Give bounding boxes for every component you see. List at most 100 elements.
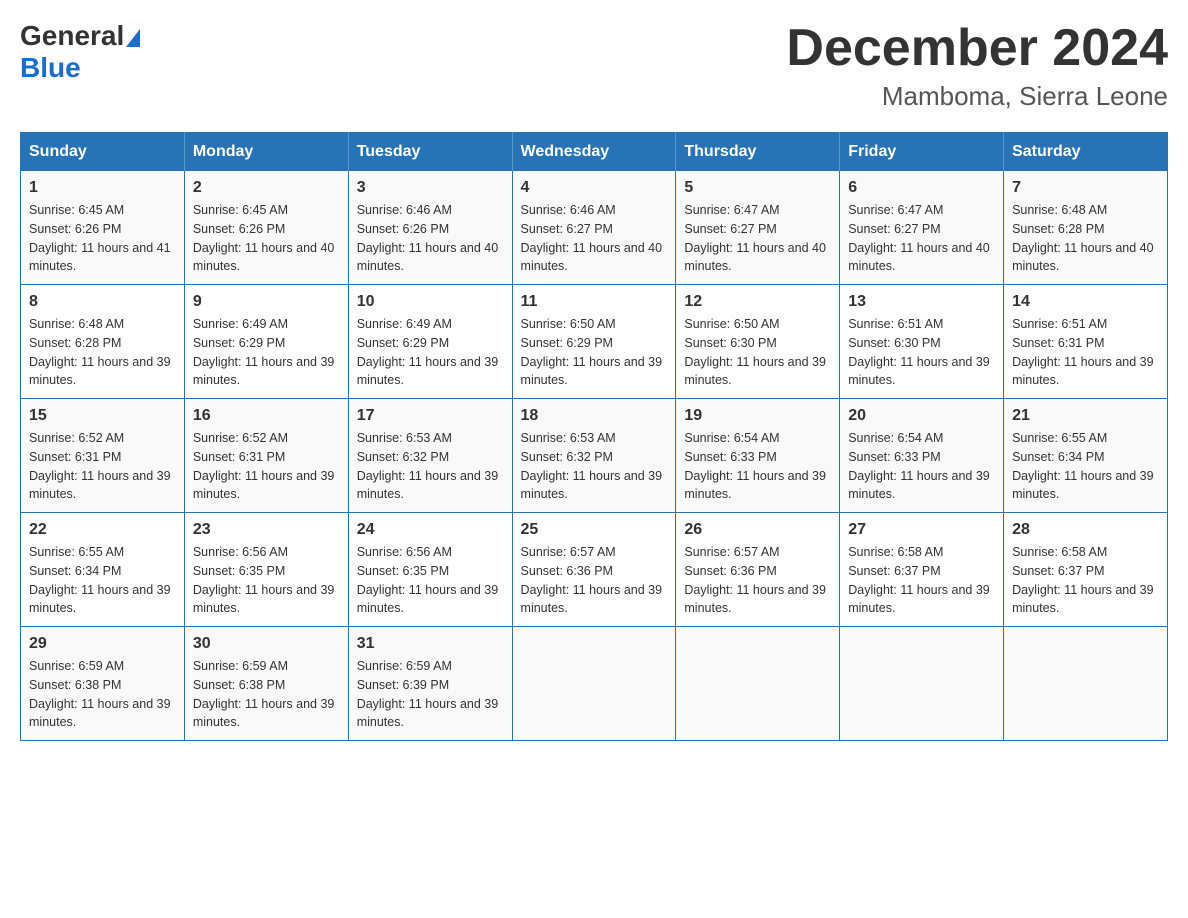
table-row: 4Sunrise: 6:46 AMSunset: 6:27 PMDaylight… xyxy=(512,171,676,285)
table-row: 16 Sunrise: 6:52 AMSunset: 6:31 PMDayligh… xyxy=(184,399,348,513)
day-info: Sunrise: 6:48 AMSunset: 6:28 PMDaylight:… xyxy=(29,315,176,390)
day-info: Sunrise: 6:56 AMSunset: 6:35 PMDaylight:… xyxy=(193,543,340,618)
table-row: 8 Sunrise: 6:48 AMSunset: 6:28 PMDaylight… xyxy=(21,285,185,399)
day-number: 11 xyxy=(521,293,668,311)
day-number: 1 xyxy=(29,179,176,197)
day-number: 20 xyxy=(848,407,995,425)
col-thursday: Thursday xyxy=(676,133,840,172)
day-number: 29 xyxy=(29,635,176,653)
day-info: Sunrise: 6:57 AMSunset: 6:36 PMDaylight:… xyxy=(684,543,831,618)
day-number: 31 xyxy=(357,635,504,653)
day-info: Sunrise: 6:49 AMSunset: 6:29 PMDaylight:… xyxy=(193,315,340,390)
day-number: 16 xyxy=(193,407,340,425)
title-section: December 2024 Mamboma, Sierra Leone xyxy=(786,20,1168,112)
table-row: 20 Sunrise: 6:54 AMSunset: 6:33 PMDayligh… xyxy=(840,399,1004,513)
table-row: 29Sunrise: 6:59 AMSunset: 6:38 PMDayligh… xyxy=(21,627,185,741)
calendar-week-row: 15Sunrise: 6:52 AMSunset: 6:31 PMDayligh… xyxy=(21,399,1168,513)
col-sunday: Sunday xyxy=(21,133,185,172)
day-number: 18 xyxy=(521,407,668,425)
table-row xyxy=(676,627,840,741)
table-row: 27 Sunrise: 6:58 AMSunset: 6:37 PMDayligh… xyxy=(840,513,1004,627)
table-row xyxy=(512,627,676,741)
table-row: 3 Sunrise: 6:46 AMSunset: 6:26 PMDaylight… xyxy=(348,171,512,285)
table-row: 21Sunrise: 6:55 AMSunset: 6:34 PMDayligh… xyxy=(1004,399,1168,513)
page-subtitle: Mamboma, Sierra Leone xyxy=(786,81,1168,112)
page-title: December 2024 xyxy=(786,20,1168,77)
day-number: 12 xyxy=(684,293,831,311)
day-number: 2 xyxy=(193,179,340,197)
day-number: 30 xyxy=(193,635,340,653)
day-info: Sunrise: 6:51 AMSunset: 6:31 PMDaylight:… xyxy=(1012,315,1159,390)
table-row: 19 Sunrise: 6:54 AMSunset: 6:33 PMDayligh… xyxy=(676,399,840,513)
day-info: Sunrise: 6:48 AMSunset: 6:28 PMDaylight:… xyxy=(1012,201,1159,276)
table-row xyxy=(1004,627,1168,741)
table-row: 6Sunrise: 6:47 AMSunset: 6:27 PMDaylight… xyxy=(840,171,1004,285)
calendar-table: Sunday Monday Tuesday Wednesday Thursday… xyxy=(20,132,1168,741)
day-info: Sunrise: 6:59 AMSunset: 6:38 PMDaylight:… xyxy=(193,657,340,732)
table-row: 5Sunrise: 6:47 AMSunset: 6:27 PMDaylight… xyxy=(676,171,840,285)
calendar-week-row: 29 Sunrise: 6:59 AMSunset: 6:38 PMDayligh… xyxy=(21,627,1168,741)
day-info: Sunrise: 6:47 AMSunset: 6:27 PMDaylight:… xyxy=(684,201,831,276)
page-header: General Blue December 2024 Mamboma, Sier… xyxy=(20,20,1168,112)
day-number: 8 xyxy=(29,293,176,311)
table-row: 23Sunrise: 6:56 AMSunset: 6:35 PMDayligh… xyxy=(184,513,348,627)
logo-blue-text: Blue xyxy=(20,52,81,84)
col-friday: Friday xyxy=(840,133,1004,172)
day-number: 3 xyxy=(357,179,504,197)
table-row: 31 Sunrise: 6:59 AMSunset: 6:39 PMDayligh… xyxy=(348,627,512,741)
day-info: Sunrise: 6:59 AMSunset: 6:39 PMDaylight:… xyxy=(357,657,504,732)
day-info: Sunrise: 6:52 AMSunset: 6:31 PMDaylight:… xyxy=(193,429,340,504)
table-row: 11 Sunrise: 6:50 AMSunset: 6:29 PMDayligh… xyxy=(512,285,676,399)
day-info: Sunrise: 6:58 AMSunset: 6:37 PMDaylight:… xyxy=(848,543,995,618)
table-row: 22 Sunrise: 6:55 AMSunset: 6:34 PMDayligh… xyxy=(21,513,185,627)
day-number: 28 xyxy=(1012,521,1159,539)
day-info: Sunrise: 6:46 AMSunset: 6:26 PMDaylight:… xyxy=(357,201,504,276)
day-number: 25 xyxy=(521,521,668,539)
calendar-week-row: 22 Sunrise: 6:55 AMSunset: 6:34 PMDayligh… xyxy=(21,513,1168,627)
day-number: 17 xyxy=(357,407,504,425)
logo-triangle-icon xyxy=(126,29,140,47)
col-tuesday: Tuesday xyxy=(348,133,512,172)
table-row: 13Sunrise: 6:51 AMSunset: 6:30 PMDayligh… xyxy=(840,285,1004,399)
table-row: 14 Sunrise: 6:51 AMSunset: 6:31 PMDayligh… xyxy=(1004,285,1168,399)
table-row: 10 Sunrise: 6:49 AMSunset: 6:29 PMDayligh… xyxy=(348,285,512,399)
table-row: 25 Sunrise: 6:57 AMSunset: 6:36 PMDayligh… xyxy=(512,513,676,627)
day-info: Sunrise: 6:54 AMSunset: 6:33 PMDaylight:… xyxy=(684,429,831,504)
day-info: Sunrise: 6:49 AMSunset: 6:29 PMDaylight:… xyxy=(357,315,504,390)
day-number: 9 xyxy=(193,293,340,311)
table-row: 30 Sunrise: 6:59 AMSunset: 6:38 PMDayligh… xyxy=(184,627,348,741)
table-row: 26 Sunrise: 6:57 AMSunset: 6:36 PMDayligh… xyxy=(676,513,840,627)
day-number: 24 xyxy=(357,521,504,539)
table-row xyxy=(840,627,1004,741)
day-info: Sunrise: 6:53 AMSunset: 6:32 PMDaylight:… xyxy=(357,429,504,504)
calendar-header-row: Sunday Monday Tuesday Wednesday Thursday… xyxy=(21,133,1168,172)
table-row: 2 Sunrise: 6:45 AMSunset: 6:26 PMDaylight… xyxy=(184,171,348,285)
day-info: Sunrise: 6:54 AMSunset: 6:33 PMDaylight:… xyxy=(848,429,995,504)
day-number: 19 xyxy=(684,407,831,425)
table-row: 24Sunrise: 6:56 AMSunset: 6:35 PMDayligh… xyxy=(348,513,512,627)
day-number: 10 xyxy=(357,293,504,311)
logo: General Blue xyxy=(20,20,142,84)
day-number: 21 xyxy=(1012,407,1159,425)
day-number: 14 xyxy=(1012,293,1159,311)
table-row: 12Sunrise: 6:50 AMSunset: 6:30 PMDayligh… xyxy=(676,285,840,399)
day-number: 22 xyxy=(29,521,176,539)
day-info: Sunrise: 6:57 AMSunset: 6:36 PMDaylight:… xyxy=(521,543,668,618)
day-info: Sunrise: 6:45 AMSunset: 6:26 PMDaylight:… xyxy=(193,201,340,276)
calendar-week-row: 8 Sunrise: 6:48 AMSunset: 6:28 PMDaylight… xyxy=(21,285,1168,399)
day-info: Sunrise: 6:50 AMSunset: 6:29 PMDaylight:… xyxy=(521,315,668,390)
col-saturday: Saturday xyxy=(1004,133,1168,172)
day-number: 27 xyxy=(848,521,995,539)
table-row: 15Sunrise: 6:52 AMSunset: 6:31 PMDayligh… xyxy=(21,399,185,513)
table-row: 9 Sunrise: 6:49 AMSunset: 6:29 PMDaylight… xyxy=(184,285,348,399)
day-info: Sunrise: 6:55 AMSunset: 6:34 PMDaylight:… xyxy=(29,543,176,618)
day-info: Sunrise: 6:46 AMSunset: 6:27 PMDaylight:… xyxy=(521,201,668,276)
table-row: 28Sunrise: 6:58 AMSunset: 6:37 PMDayligh… xyxy=(1004,513,1168,627)
day-number: 26 xyxy=(684,521,831,539)
calendar-week-row: 1 Sunrise: 6:45 AMSunset: 6:26 PMDaylight… xyxy=(21,171,1168,285)
col-wednesday: Wednesday xyxy=(512,133,676,172)
col-monday: Monday xyxy=(184,133,348,172)
day-info: Sunrise: 6:45 AMSunset: 6:26 PMDaylight:… xyxy=(29,201,176,276)
table-row: 17 Sunrise: 6:53 AMSunset: 6:32 PMDayligh… xyxy=(348,399,512,513)
day-number: 13 xyxy=(848,293,995,311)
